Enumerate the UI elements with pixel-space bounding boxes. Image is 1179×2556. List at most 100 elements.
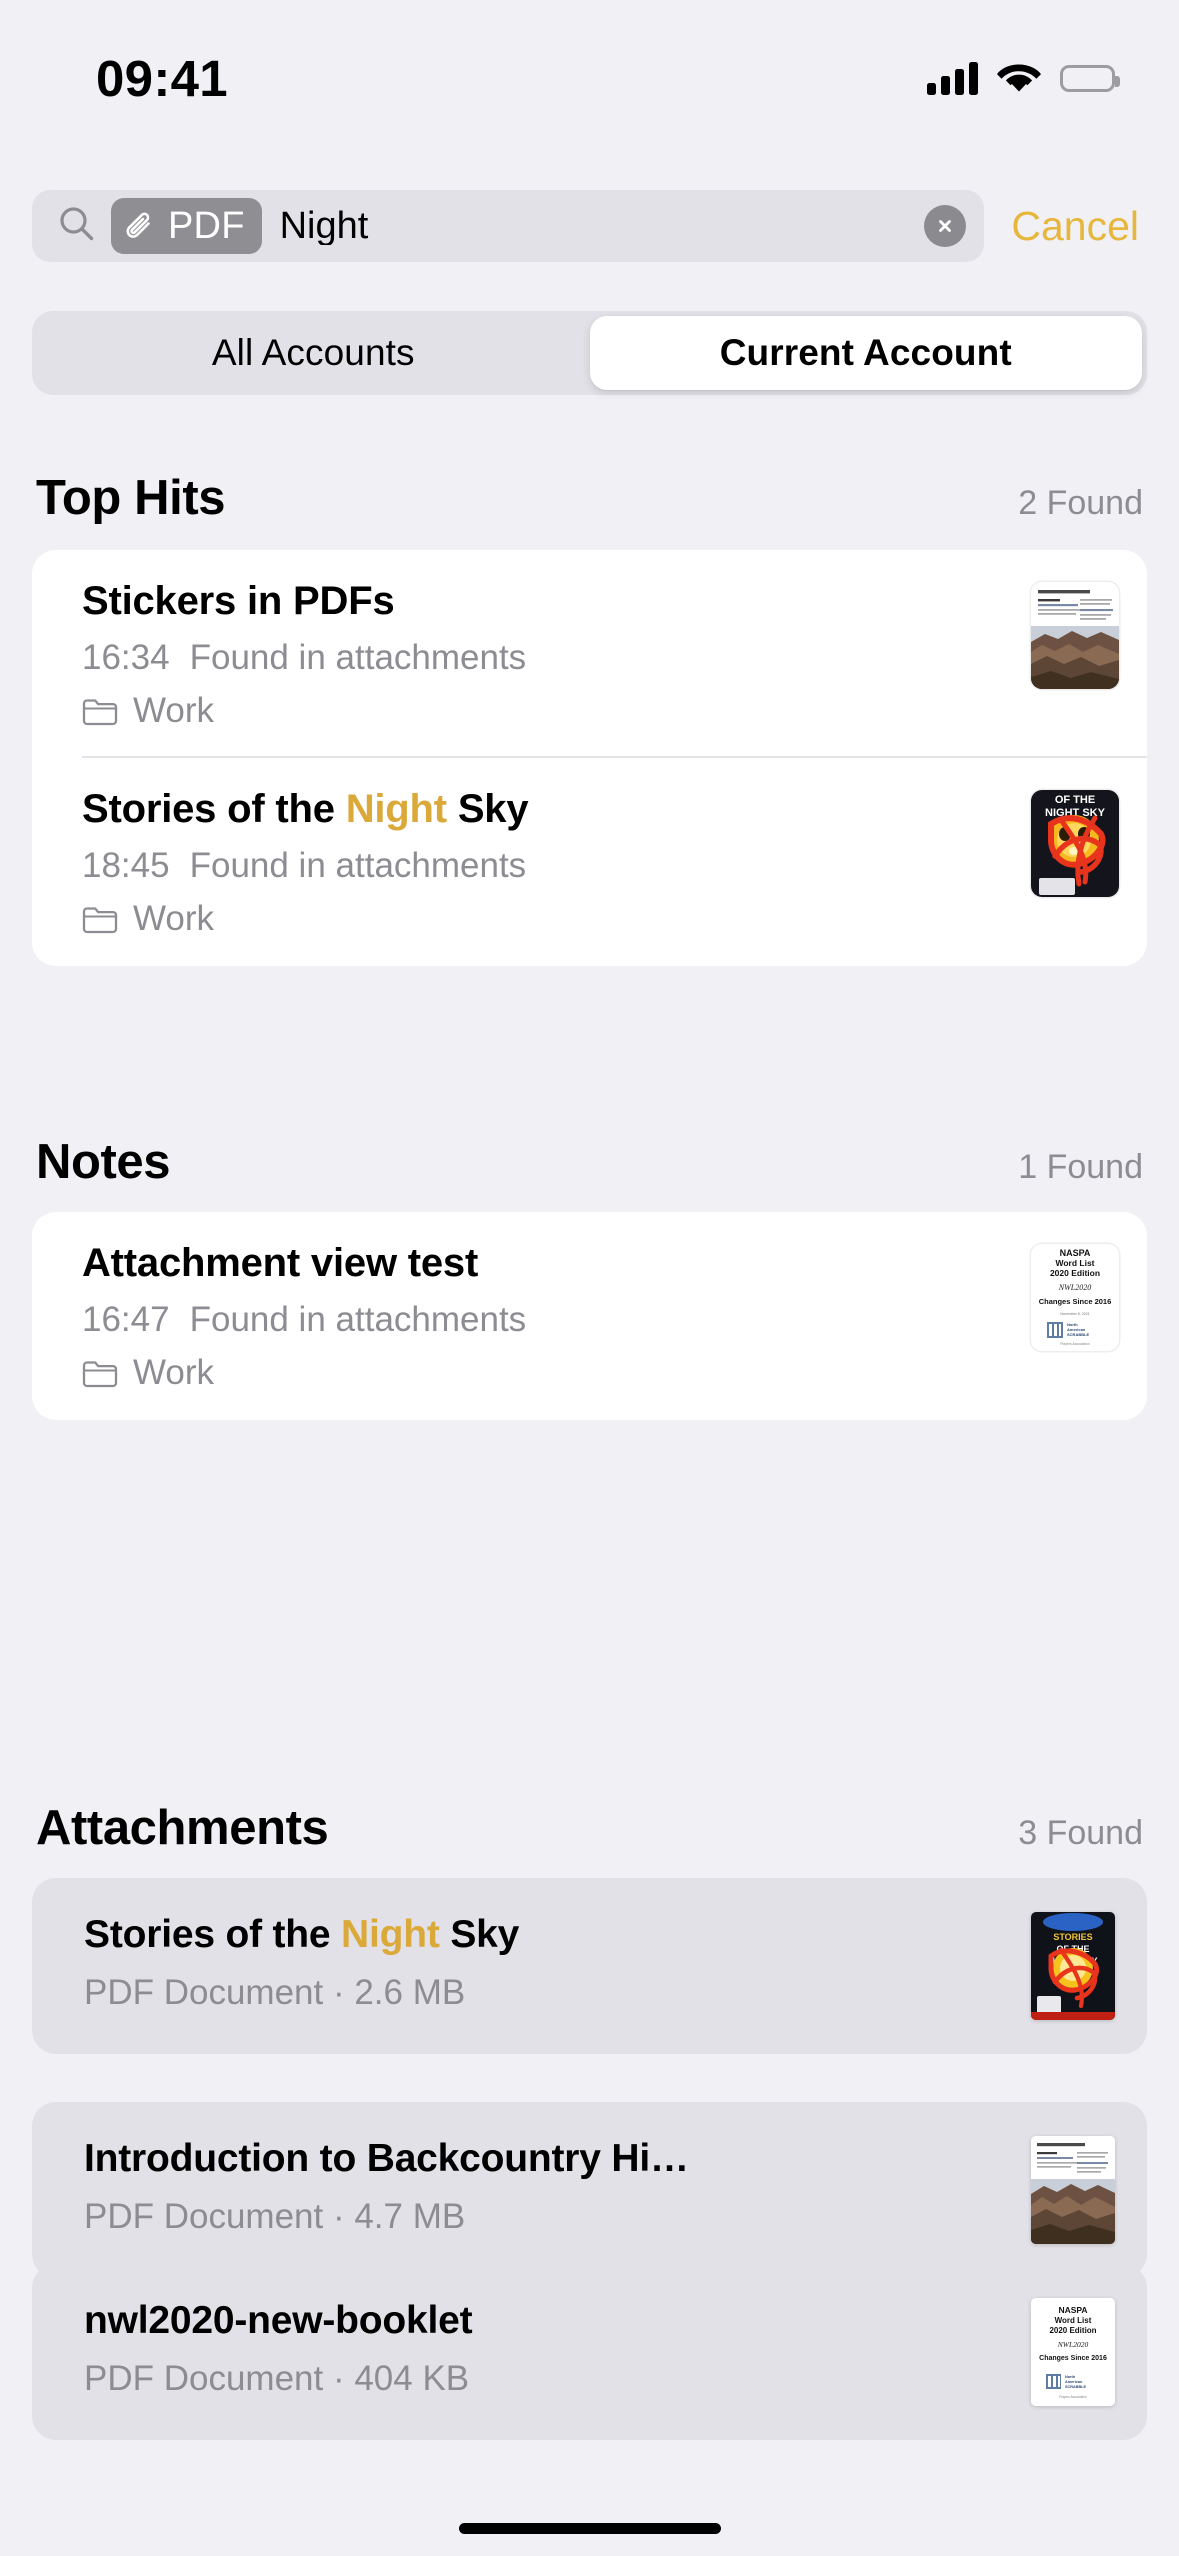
attachment-title-text-post: Sky <box>439 1913 520 1956</box>
folder-icon <box>82 905 118 934</box>
list-item[interactable]: Stories of the Night Sky 18:45 Found in … <box>32 758 1147 966</box>
svg-text:Players Association: Players Association <box>1059 2395 1087 2399</box>
attachment-text-block: Introduction to Backcountry Hi… PDF Docu… <box>84 2136 1031 2238</box>
result-time: 18:45 <box>82 846 170 886</box>
attachment-title-text: nwl2020-new-booklet <box>84 2299 473 2342</box>
svg-text:SCRABBLE: SCRABBLE <box>1067 1332 1090 1337</box>
list-item[interactable]: nwl2020-new-booklet PDF Document · 404 K… <box>32 2264 1147 2440</box>
attachment-title-text: Introduction to Backcountry Hi… <box>84 2137 689 2180</box>
notes-search-screen: 09:41 PDF Night Cancel All Accounts Curr… <box>0 0 1179 2556</box>
search-input[interactable]: PDF Night <box>32 190 985 262</box>
result-folder: Work <box>82 898 1007 940</box>
result-subtitle: 16:34 Found in attachments <box>82 637 1007 679</box>
svg-text:Word List: Word List <box>1055 1258 1094 1268</box>
list-item[interactable]: Introduction to Backcountry Hi… PDF Docu… <box>32 2102 1147 2278</box>
section-title: Attachments <box>36 1801 329 1855</box>
svg-text:Changes Since 2016: Changes Since 2016 <box>1039 2355 1107 2362</box>
attachment-card-1[interactable]: Introduction to Backcountry Hi… PDF Docu… <box>32 2102 1147 2278</box>
result-subtitle: 16:47 Found in attachments <box>82 1299 1007 1341</box>
svg-text:SCRABBLE: SCRABBLE <box>1065 2385 1087 2389</box>
attachment-title: Stories of the Night Sky <box>84 1912 1007 1959</box>
document-canyon-photo-thumbnail <box>1031 582 1119 689</box>
svg-text:2020 Edition: 2020 Edition <box>1049 2326 1096 2335</box>
svg-text:Word List: Word List <box>1055 2316 1092 2325</box>
result-title: Stickers in PDFs <box>82 578 1007 625</box>
account-scope-segmented-control[interactable]: All Accounts Current Account <box>32 311 1147 395</box>
naspa-word-list-thumbnail: NASPA Word List 2020 Edition NWL2020 Cha… <box>1031 2298 1115 2406</box>
search-icon <box>58 205 95 247</box>
attachment-card-0[interactable]: Stories of the Night Sky PDF Document · … <box>32 1878 1147 2054</box>
folder-name: Work <box>133 899 215 939</box>
result-subtitle: 18:45 Found in attachments <box>82 845 1007 887</box>
folder-name: Work <box>133 1353 215 1393</box>
result-title: Attachment view test <box>82 1240 1007 1287</box>
search-bar: PDF Night Cancel <box>0 186 1179 266</box>
result-title: Stories of the Night Sky <box>82 786 1007 833</box>
clear-search-button[interactable] <box>924 205 967 247</box>
svg-text:North: North <box>1065 2375 1076 2379</box>
result-text-block: Stickers in PDFs 16:34 Found in attachme… <box>82 578 1031 732</box>
attachment-title-highlight: Night <box>341 1913 440 1956</box>
attachment-meta: PDF Document · 2.6 MB <box>84 1972 466 2012</box>
attachment-meta: PDF Document · 4.7 MB <box>84 2196 466 2236</box>
result-context: Found in attachments <box>189 1300 527 1340</box>
section-header-attachments: Attachments 3 Found <box>36 1800 1143 1856</box>
svg-text:STORIES: STORIES <box>1053 1932 1092 1942</box>
svg-text:Changes Since 2016: Changes Since 2016 <box>1039 1297 1112 1306</box>
svg-text:NWL2020: NWL2020 <box>1058 1283 1091 1292</box>
attachment-meta: PDF Document · 404 KB <box>84 2358 470 2398</box>
list-item[interactable]: Stories of the Night Sky PDF Document · … <box>32 1878 1147 2054</box>
scope-tab-current-account[interactable]: Current Account <box>589 316 1142 390</box>
cellular-bars-icon <box>927 61 978 95</box>
paperclip-icon <box>124 210 157 243</box>
svg-text:November 8, 2021: November 8, 2021 <box>1060 1312 1090 1316</box>
section-header-top-hits: Top Hits 2 Found <box>36 470 1143 526</box>
section-result-count: 2 Found <box>1018 484 1143 522</box>
section-result-count: 1 Found <box>1018 1148 1143 1186</box>
notes-card: Attachment view test 16:47 Found in atta… <box>32 1212 1147 1421</box>
result-context: Found in attachments <box>189 638 527 678</box>
folder-icon <box>82 697 118 726</box>
wifi-icon <box>997 62 1041 95</box>
status-bar: 09:41 <box>0 0 1179 128</box>
attachment-title-text: Stories of the <box>84 1913 342 1956</box>
svg-text:NASPA: NASPA <box>1060 1248 1091 1258</box>
svg-text:2020 Edition: 2020 Edition <box>1050 1268 1100 1278</box>
status-bar-time: 09:41 <box>96 49 228 107</box>
result-title-text: Attachment view test <box>82 1241 479 1285</box>
top-hits-card: Stickers in PDFs 16:34 Found in attachme… <box>32 550 1147 967</box>
attachment-title: Introduction to Backcountry Hi… <box>84 2136 1007 2183</box>
scope-tab-all-accounts[interactable]: All Accounts <box>37 316 590 390</box>
svg-text:OF THE: OF THE <box>1055 794 1095 806</box>
result-folder: Work <box>82 690 1007 732</box>
battery-full-icon <box>1060 64 1120 92</box>
search-query-text: Night <box>279 207 369 245</box>
result-time: 16:47 <box>82 1300 170 1340</box>
attachment-card-2[interactable]: nwl2020-new-booklet PDF Document · 404 K… <box>32 2264 1147 2440</box>
pdf-token-label: PDF <box>168 205 245 247</box>
night-sky-book-cover-thumbnail: STORIES OF THE NIGHT SKY <box>1031 1912 1115 2020</box>
svg-text:NWL2020: NWL2020 <box>1057 2340 1089 2349</box>
night-sky-book-cover-thumbnail: OF THE NIGHT SKY <box>1031 790 1119 898</box>
status-bar-icons <box>927 61 1120 95</box>
folder-name: Work <box>133 691 215 731</box>
result-text-block: Stories of the Night Sky 18:45 Found in … <box>82 786 1031 940</box>
attachment-text-block: Stories of the Night Sky PDF Document · … <box>84 1912 1031 2014</box>
svg-text:NASPA: NASPA <box>1058 2305 1087 2315</box>
list-item[interactable]: Attachment view test 16:47 Found in atta… <box>32 1212 1147 1420</box>
svg-text:Players Association: Players Association <box>1060 1342 1090 1346</box>
cancel-button[interactable]: Cancel <box>984 205 1147 247</box>
result-title-text: Stickers in PDFs <box>82 579 395 623</box>
home-indicator[interactable] <box>458 2523 721 2534</box>
pdf-filter-token[interactable]: PDF <box>111 198 262 254</box>
naspa-word-list-thumbnail: NASPA Word List 2020 Edition NWL2020 Cha… <box>1031 1244 1119 1351</box>
result-folder: Work <box>82 1352 1007 1394</box>
folder-icon <box>82 1359 118 1388</box>
result-context: Found in attachments <box>189 846 527 886</box>
attachment-text-block: nwl2020-new-booklet PDF Document · 404 K… <box>84 2298 1031 2400</box>
result-time: 16:34 <box>82 638 170 678</box>
result-title-highlight: Night <box>345 787 447 832</box>
section-title: Notes <box>36 1135 171 1189</box>
document-canyon-photo-thumbnail <box>1031 2136 1115 2244</box>
list-item[interactable]: Stickers in PDFs 16:34 Found in attachme… <box>32 550 1147 759</box>
